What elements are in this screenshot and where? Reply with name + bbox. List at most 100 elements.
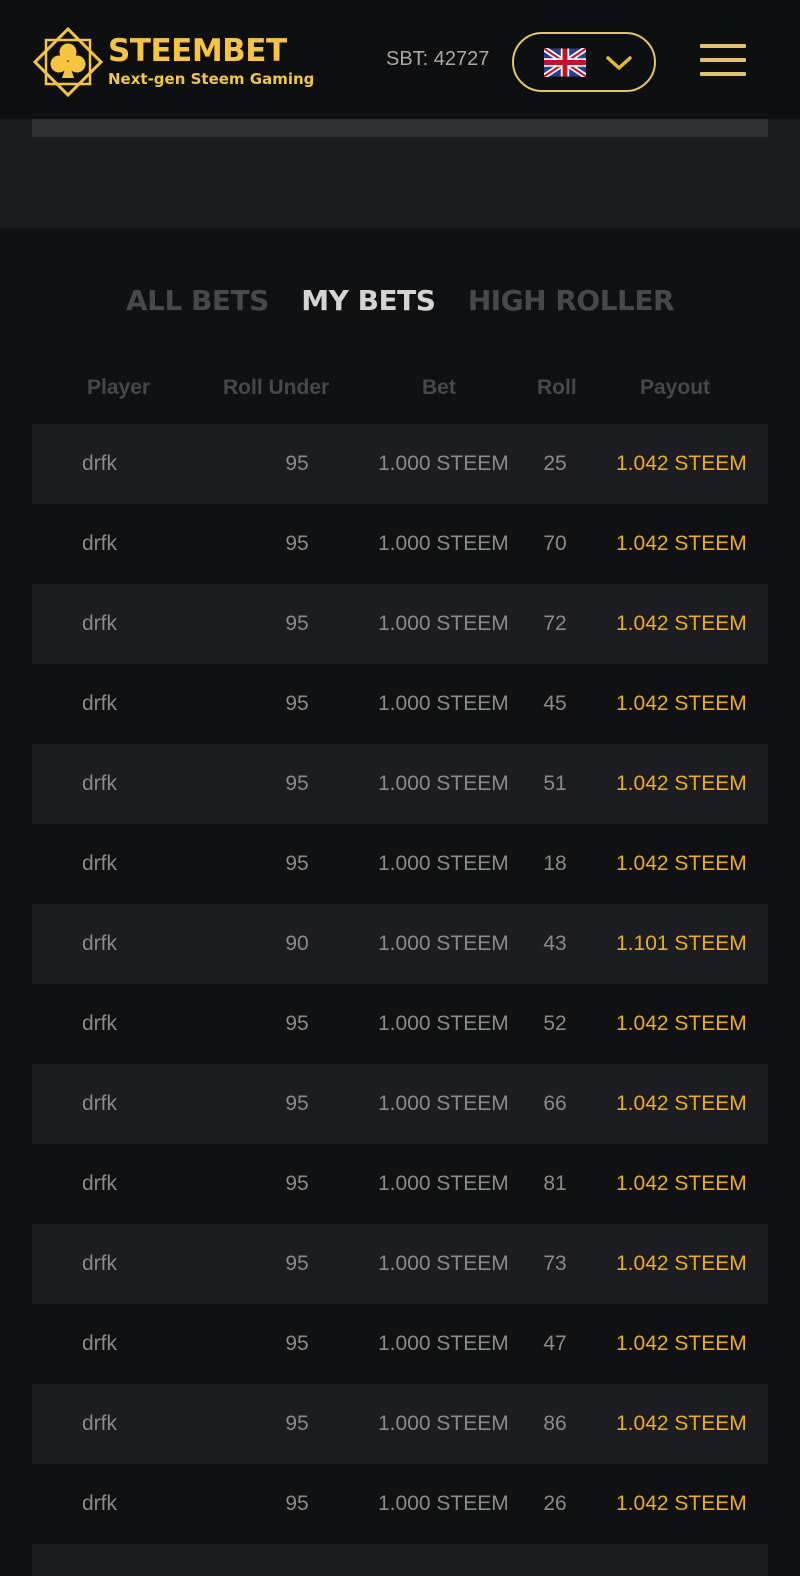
tab-my-bets[interactable]: MY BETS xyxy=(301,284,436,317)
player-cell: drfk xyxy=(82,772,118,795)
bet-cell: 1.000 STEEM xyxy=(378,1332,509,1355)
brand-name: STEEMBET xyxy=(108,33,287,69)
bet-cell: 1.000 STEEM xyxy=(378,1172,509,1195)
uk-flag-icon xyxy=(544,48,586,77)
roll-under-cell: 95 xyxy=(285,1092,309,1115)
roll-cell: 86 xyxy=(543,1412,567,1435)
bet-cell: 1.000 STEEM xyxy=(378,852,509,875)
bet-cell: 1.000 STEEM xyxy=(378,1412,509,1435)
player-cell: drfk xyxy=(82,1012,118,1035)
payout-cell: 1.101 STEEM xyxy=(616,932,747,955)
bet-cell: 1.000 STEEM xyxy=(378,1252,509,1275)
bet-cell: 1.000 STEEM xyxy=(378,1012,509,1035)
roll-under-cell: 95 xyxy=(285,1012,309,1035)
header-player: Player xyxy=(87,376,151,399)
table-row[interactable]: drfk 95 1.000 STEEM 72 1.042 STEEM xyxy=(32,584,768,664)
player-cell: drfk xyxy=(82,452,118,475)
bet-cell: 1.000 STEEM xyxy=(378,532,509,555)
roll-under-cell: 95 xyxy=(285,1412,309,1435)
sbt-balance: SBT: 42727 xyxy=(386,48,490,70)
roll-cell: 81 xyxy=(543,1172,567,1195)
payout-cell: 1.042 STEEM xyxy=(616,1332,747,1355)
player-cell: drfk xyxy=(82,692,118,715)
player-cell: drfk xyxy=(82,532,118,555)
payout-cell: 1.042 STEEM xyxy=(616,452,747,475)
player-cell: drfk xyxy=(82,1172,118,1195)
table-row[interactable]: drfk 95 1.000 STEEM 70 1.042 STEEM xyxy=(32,504,768,584)
top-navbar: STEEMBET Next-gen Steem Gaming SBT: 4272… xyxy=(0,0,800,119)
roll-under-cell: 90 xyxy=(285,932,309,955)
roll-cell: 43 xyxy=(543,932,567,955)
bet-cell: 1.000 STEEM xyxy=(378,612,509,635)
table-row[interactable]: drfk 95 1.000 STEEM 26 1.042 STEEM xyxy=(32,1464,768,1544)
tab-all-bets[interactable]: ALL BETS xyxy=(126,284,269,317)
payout-cell: 1.042 STEEM xyxy=(616,612,747,635)
bets-table-body: drfk 95 1.000 STEEM 25 1.042 STEEM drfk … xyxy=(32,424,768,1576)
table-row[interactable]: drfk 95 1.000 STEEM 25 1.042 STEEM xyxy=(32,424,768,504)
roll-cell: 73 xyxy=(543,1252,567,1275)
roll-under-cell: 95 xyxy=(285,692,309,715)
bets-table-header: Player Roll Under Bet Roll Payout xyxy=(32,370,768,410)
header-roll: Roll xyxy=(537,376,577,399)
table-row[interactable]: drfk 95 1.000 STEEM 51 1.042 STEEM xyxy=(32,744,768,824)
header-bet: Bet xyxy=(422,376,456,399)
panel-divider-bar xyxy=(32,119,768,137)
payout-cell: 1.042 STEEM xyxy=(616,1252,747,1275)
roll-cell: 66 xyxy=(543,1092,567,1115)
table-row[interactable]: drfk 95 1.000 STEEM 18 1.042 STEEM xyxy=(32,824,768,904)
table-row[interactable]: drfk 95 1.000 STEEM 73 1.042 STEEM xyxy=(32,1224,768,1304)
table-row[interactable]: drfk 95 1.000 STEEM 47 1.042 STEEM xyxy=(32,1304,768,1384)
bet-cell: 1.000 STEEM xyxy=(378,772,509,795)
roll-cell: 51 xyxy=(543,772,567,795)
chevron-down-icon xyxy=(606,56,632,70)
payout-cell: 1.042 STEEM xyxy=(616,772,747,795)
roll-under-cell: 95 xyxy=(285,1492,309,1515)
player-cell: drfk xyxy=(82,1492,118,1515)
table-row[interactable]: drfk 95 1.000 STEEM 45 1.042 STEEM xyxy=(32,664,768,744)
club-diamond-icon xyxy=(32,26,104,98)
bet-cell: 1.000 STEEM xyxy=(378,452,509,475)
roll-under-cell: 95 xyxy=(285,1172,309,1195)
roll-under-cell: 95 xyxy=(285,1252,309,1275)
bet-cell: 1.000 STEEM xyxy=(378,692,509,715)
payout-cell: 1.042 STEEM xyxy=(616,692,747,715)
roll-cell: 70 xyxy=(543,532,567,555)
brand-tagline: Next-gen Steem Gaming xyxy=(108,70,315,88)
player-cell: drfk xyxy=(82,1252,118,1275)
roll-under-cell: 95 xyxy=(285,612,309,635)
roll-under-cell: 95 xyxy=(285,772,309,795)
table-row[interactable] xyxy=(32,1544,768,1576)
table-row[interactable]: drfk 95 1.000 STEEM 52 1.042 STEEM xyxy=(32,984,768,1064)
bet-cell: 1.000 STEEM xyxy=(378,932,509,955)
payout-cell: 1.042 STEEM xyxy=(616,1412,747,1435)
player-cell: drfk xyxy=(82,852,118,875)
bet-cell: 1.000 STEEM xyxy=(378,1492,509,1515)
player-cell: drfk xyxy=(82,1092,118,1115)
payout-cell: 1.042 STEEM xyxy=(616,532,747,555)
player-cell: drfk xyxy=(82,612,118,635)
roll-cell: 47 xyxy=(543,1332,567,1355)
player-cell: drfk xyxy=(82,1412,118,1435)
player-cell: drfk xyxy=(82,932,118,955)
bet-cell: 1.000 STEEM xyxy=(378,1092,509,1115)
hamburger-menu-icon[interactable] xyxy=(700,44,746,78)
steembet-logo[interactable]: STEEMBET Next-gen Steem Gaming xyxy=(32,26,314,98)
payout-cell: 1.042 STEEM xyxy=(616,1172,747,1195)
roll-cell: 25 xyxy=(543,452,567,475)
player-cell: drfk xyxy=(82,1332,118,1355)
roll-under-cell: 95 xyxy=(285,532,309,555)
table-row[interactable]: drfk 90 1.000 STEEM 43 1.101 STEEM xyxy=(32,904,768,984)
roll-under-cell: 95 xyxy=(285,852,309,875)
table-row[interactable]: drfk 95 1.000 STEEM 66 1.042 STEEM xyxy=(32,1064,768,1144)
roll-cell: 45 xyxy=(543,692,567,715)
language-selector[interactable] xyxy=(512,32,656,92)
header-payout: Payout xyxy=(640,376,711,399)
table-row[interactable]: drfk 95 1.000 STEEM 81 1.042 STEEM xyxy=(32,1144,768,1224)
payout-cell: 1.042 STEEM xyxy=(616,1012,747,1035)
roll-under-cell: 95 xyxy=(285,452,309,475)
roll-cell: 26 xyxy=(543,1492,567,1515)
bets-tabs: ALL BETS MY BETS HIGH ROLLER xyxy=(0,284,800,328)
payout-cell: 1.042 STEEM xyxy=(616,852,747,875)
table-row[interactable]: drfk 95 1.000 STEEM 86 1.042 STEEM xyxy=(32,1384,768,1464)
tab-high-roller[interactable]: HIGH ROLLER xyxy=(468,284,675,317)
